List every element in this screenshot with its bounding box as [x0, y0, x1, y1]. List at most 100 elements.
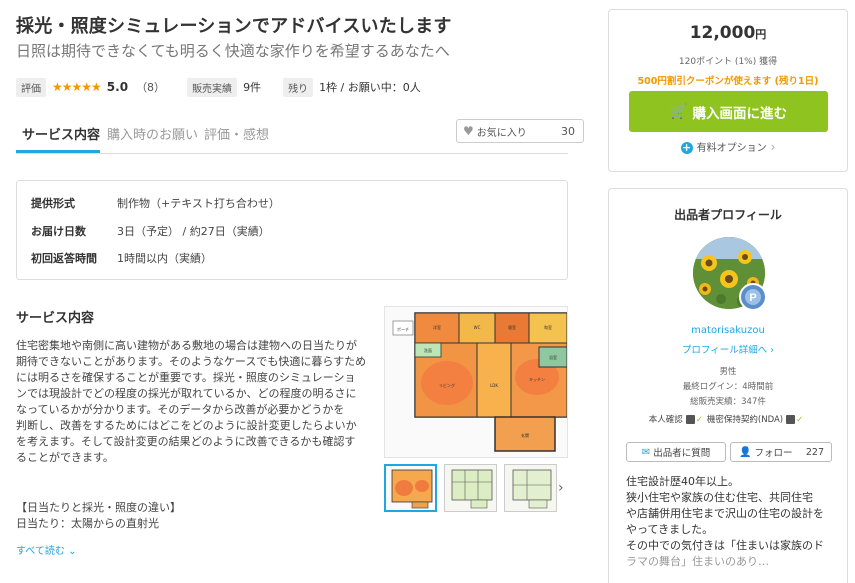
checkmark-icon: ✓: [796, 415, 804, 425]
chevron-right-icon: ›: [770, 140, 776, 154]
rating-tag: 評価: [16, 77, 46, 97]
follow-button[interactable]: 👤 フォロー 227: [730, 442, 832, 462]
bio-line: 住宅設計歴40年以上。: [626, 475, 739, 488]
document-icon: [786, 415, 796, 424]
purchase-card: 12,000円 120ポイント (1%) 獲得 500円割引クーポンが使えます …: [608, 9, 848, 172]
page-title: 採光・照度シミュレーションでアドバイスいたします: [16, 16, 452, 37]
active-tab-indicator: [16, 150, 100, 153]
heart-icon: ♥: [463, 124, 474, 138]
paid-options-label: 有料オプション: [696, 143, 767, 154]
room-label: LDK: [490, 383, 498, 388]
svg-text:P: P: [749, 292, 756, 304]
profile-detail-link[interactable]: プロフィール詳細へ ›: [609, 342, 847, 356]
nda-label: 機密保持契約(NDA): [706, 415, 784, 425]
room-label: 玄関: [521, 432, 529, 438]
service-description: 住宅密集地や南側に高い建物がある敷地の場合は建物への日当たりが 期待できないこと…: [16, 338, 368, 466]
seller-username-link[interactable]: matorisakuzou: [609, 325, 847, 336]
room-label: リビング: [439, 382, 455, 388]
description-line: を考えます。そして設計変更の結果どのように改善できるかも確認す: [16, 435, 356, 448]
favorite-label: お気に入り: [476, 127, 527, 139]
info-value: 3日（予定） / 約27日（実績）: [117, 225, 270, 238]
service-info-box: 提供形式 制作物（+テキスト打ち合わせ） お届け日数 3日（予定） / 約27日（実…: [16, 180, 568, 280]
bio-line: 狭小住宅や家族の住む住宅、共同住宅: [626, 491, 813, 504]
remaining-value: 1枠 / お願い中：0人: [319, 81, 421, 94]
thumbnail-3[interactable]: [504, 464, 557, 512]
review-count-link[interactable]: （8）: [136, 79, 165, 95]
read-more-label: すべて読む: [16, 546, 65, 557]
description-line: には明るさを確保することが重要です。採光・照度のシミュレーショ: [16, 371, 356, 384]
total-sales: 総販売実績：347件: [690, 397, 766, 407]
thumbnail-heatmap: [386, 466, 435, 510]
chevron-right-icon: ›: [770, 345, 775, 356]
floor-plan-image[interactable]: ポーチ 洋室 WC 寝室 和室 リビング LDK キッチン 浴室 洗面 玄関: [384, 306, 568, 458]
service-heading: サービス内容: [16, 311, 95, 326]
rating-score: 5.0: [106, 80, 129, 94]
verification-row: 本人確認 ✓ 機密保持契約(NDA) ✓: [609, 413, 847, 425]
identity-label: 本人確認: [648, 415, 683, 425]
info-value: 制作物（+テキスト打ち合わせ）: [117, 197, 280, 210]
thumbnail-1[interactable]: [384, 464, 437, 512]
price-unit: 円: [755, 28, 767, 41]
profile-detail-label: プロフィール詳細へ: [681, 345, 768, 356]
price: 12,000円: [609, 23, 847, 43]
coupon-notice: 500円割引クーポンが使えます (残り1日): [637, 76, 819, 87]
plus-circle-icon: +: [680, 141, 693, 154]
tab-purchase-request[interactable]: 購入時のお願い: [107, 124, 198, 143]
ask-seller-button[interactable]: ✉ 出品者に質問: [626, 442, 726, 462]
favorite-count: 30: [561, 124, 575, 138]
remaining-tag: 残り: [283, 77, 314, 97]
tab-service[interactable]: サービス内容: [22, 124, 100, 143]
sales-value: 9件: [243, 81, 262, 94]
tab-bar: サービス内容 購入時のお願い 評価・感想 ♥ お気に入り 30: [16, 118, 584, 154]
follow-count: 227: [805, 446, 824, 458]
buy-label: 購入画面に進む: [692, 105, 787, 122]
thumbnail-plan: [445, 465, 496, 511]
thumbnail-plan: [505, 465, 556, 511]
profile-heading: 出品者プロフィール: [674, 208, 782, 222]
seller-profile-card: 出品者プロフィール P matorisakuzou プロフィール詳細へ › 男性…: [608, 188, 848, 583]
chevron-down-icon: ⌄: [68, 546, 77, 557]
room-label: キッチン: [529, 377, 545, 382]
room-label: 寝室: [508, 324, 516, 330]
user-plus-icon: 👤: [739, 446, 752, 458]
star-rating-icon: ★★★★★: [52, 80, 102, 94]
bio-line: その中での気付きは「住まいは家族のド: [626, 539, 824, 552]
image-thumbnails: ›: [384, 464, 568, 512]
ask-seller-label: 出品者に質問: [653, 448, 711, 459]
info-label: 初回返答時間: [31, 252, 97, 265]
tab-reviews[interactable]: 評価・感想: [204, 124, 269, 143]
section-line: 日当たり：太陽からの直射光: [16, 517, 159, 530]
info-label: お届け日数: [31, 225, 86, 238]
sales-tag: 販売実績: [187, 77, 238, 97]
service-extra: 【日当たりと採光・照度の違い】 日当たり：太陽からの直射光: [16, 500, 181, 532]
room-label: 洗面: [424, 347, 432, 353]
info-row: お届け日数 3日（予定） / 約27日（実績）: [31, 223, 270, 239]
room-label: 和室: [544, 324, 552, 330]
follow-label: フォロー: [754, 448, 793, 459]
price-amount: 12,000: [689, 23, 756, 43]
room-label: ポーチ: [397, 326, 409, 332]
seller-gender: 男性: [719, 367, 737, 377]
service-meta: 評価 ★★★★★ 5.0 （8） 販売実績 9件 残り 1枠 / お願い中：0人: [16, 77, 443, 97]
buy-button[interactable]: 🛒 購入画面に進む: [629, 91, 828, 132]
room-label: 洋室: [433, 324, 441, 330]
thumbnail-2[interactable]: [444, 464, 497, 512]
read-more-link[interactable]: すべて読む ⌄: [16, 542, 76, 557]
points-info: 120ポイント (1%) 獲得: [678, 57, 778, 67]
seller-bio: 住宅設計歴40年以上。 狭小住宅や家族の住む住宅、共同住宅 や店舗併用住宅まで沢…: [626, 474, 838, 570]
page-subtitle: 日照は期待できなくても明るく快適な家作りを希望するあなたへ: [16, 42, 450, 60]
favorite-button[interactable]: ♥ お気に入り 30: [456, 119, 584, 143]
info-row: 提供形式 制作物（+テキスト打ち合わせ）: [31, 195, 280, 211]
bio-line: ラマの舞台」住まいのあり…: [626, 555, 769, 568]
floor-plan-heatmap: ポーチ 洋室 WC 寝室 和室 リビング LDK キッチン 浴室 洗面 玄関: [385, 307, 567, 457]
info-row: 初回返答時間 1時間以内（実績）: [31, 250, 212, 266]
paid-options-link[interactable]: + 有料オプション ›: [609, 139, 847, 154]
info-label: 提供形式: [31, 197, 75, 210]
bio-line: やってきました。: [626, 523, 714, 536]
chevron-right-icon[interactable]: ›: [558, 480, 564, 496]
mail-icon: ✉: [641, 446, 651, 458]
description-line: ンでは現設計でどの程度の採光が取れているか、どの程度の明るさに: [16, 387, 357, 400]
description-line: 期待できないことがあります。そのようなケースでも快適に暮らすため: [16, 355, 367, 368]
description-line: 住宅密集地や南側に高い建物がある敷地の場合は建物への日当たりが: [16, 339, 357, 352]
info-value: 1時間以内（実績）: [117, 252, 212, 265]
